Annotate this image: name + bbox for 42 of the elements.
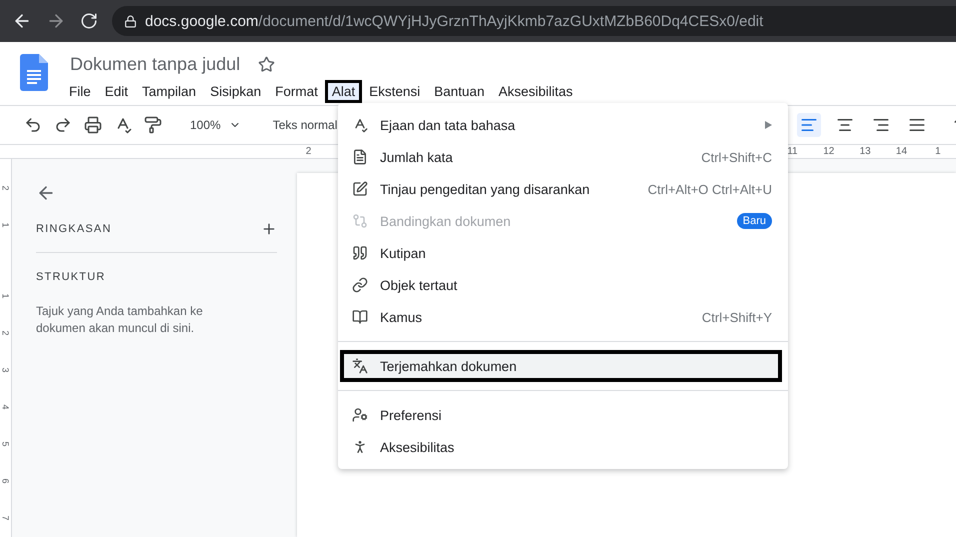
summary-heading: RINGKASAN — [36, 223, 112, 235]
ruler-number: 1 — [0, 293, 10, 298]
menu-item[interactable]: Kamus Ctrl+Shift+Y — [338, 301, 788, 333]
outline-hint: Tajuk yang Anda tambahkan ke dokumen akan muncul di sini. — [36, 303, 204, 337]
ruler-number: 2 — [0, 185, 10, 190]
menu-tab[interactable]: Aksesibilitas — [491, 80, 580, 103]
menu-tab[interactable]: Ekstensi — [362, 80, 428, 103]
menu-tab[interactable]: Bantuan — [427, 80, 492, 103]
menu-item[interactable]: Tinjau pengeditan yang disarankan Ctrl+Alt+O Ctrl+Alt+U — [338, 173, 788, 205]
ruler-number: 3 — [0, 367, 10, 372]
menu-item[interactable]: Kutipan — [338, 237, 788, 269]
menu-item[interactable]: Objek tertaut — [338, 269, 788, 301]
ruler-number: 11 — [786, 146, 799, 157]
new-badge: Baru — [736, 213, 772, 229]
ruler-number: 7 — [0, 515, 10, 520]
zoom-dropdown[interactable]: 100% — [186, 118, 245, 132]
menu-tab[interactable]: Edit — [98, 80, 136, 103]
menu-tab[interactable]: Sisipkan — [203, 80, 268, 103]
ruler-number: 14 — [894, 146, 908, 157]
shortcut-text: Ctrl+Alt+O Ctrl+Alt+U — [648, 182, 772, 196]
menu-tab[interactable]: Format — [268, 80, 325, 103]
menu-item[interactable]: Preferensi — [338, 399, 788, 431]
ruler-number: 13 — [858, 146, 872, 157]
shortcut-text: Ctrl+Shift+Y — [702, 310, 772, 324]
menu-tab[interactable]: Tampilan — [135, 80, 204, 103]
ruler-number: 2 — [304, 146, 312, 157]
ruler-number: 5 — [0, 441, 10, 446]
shortcut-text: Ctrl+Shift+C — [701, 150, 772, 164]
ruler-number: 1 — [934, 146, 942, 157]
ruler-number: 12 — [822, 146, 836, 157]
menu-item[interactable]: Terjemahkan dokumen — [340, 350, 782, 382]
ruler-number: 1 — [0, 222, 10, 227]
ruler-number: 4 — [0, 404, 10, 409]
ruler-number: 2 — [0, 330, 10, 335]
menu-item[interactable]: Jumlah kata Ctrl+Shift+C — [338, 141, 788, 173]
ruler-number: 6 — [0, 478, 10, 483]
menu-tab[interactable]: Alat — [324, 80, 362, 103]
outline-heading: STRUKTUR — [36, 271, 106, 283]
address-bar[interactable]: docs.google.com/document/d/1wcQWYjHJyGrznThAyjKkmb7azGUxtMZbB60Dq4CESx0/edit — [112, 6, 956, 36]
document-title[interactable]: Dokumen tanpa judul — [70, 54, 240, 75]
menu-item[interactable]: Aksesibilitas — [338, 431, 788, 463]
menu-tab[interactable]: File — [62, 80, 98, 103]
